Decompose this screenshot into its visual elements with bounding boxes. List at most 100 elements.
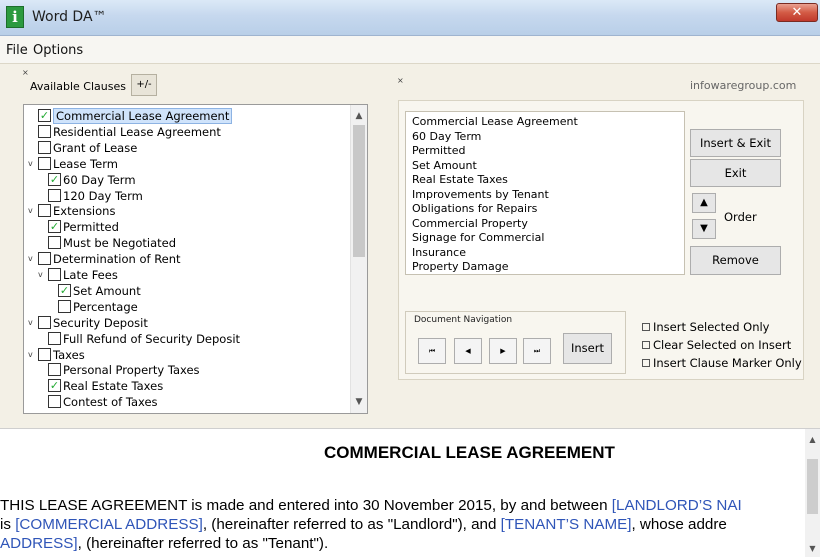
selected-clause-item[interactable]: Commercial Property (412, 217, 678, 232)
tree-checkbox[interactable] (38, 140, 51, 154)
tree-checkbox[interactable] (48, 331, 61, 345)
tree-item[interactable]: Personal Property Taxes (38, 362, 200, 378)
document-body: THIS LEASE AGREEMENT is made and entered… (0, 496, 805, 553)
tree-item-label: Late Fees (63, 268, 118, 282)
tree-item[interactable]: v Lease Term (28, 156, 118, 172)
move-down-button[interactable]: ▼ (692, 219, 716, 239)
site-link[interactable]: infowaregroup.com (690, 79, 796, 92)
expander-icon[interactable]: v (28, 156, 38, 172)
insert-selected-only-option[interactable]: Insert Selected Only (642, 320, 770, 334)
scroll-up-icon[interactable]: ▲ (351, 108, 367, 124)
insert-marker-only-option[interactable]: Insert Clause Marker Only (642, 356, 802, 370)
tree-item[interactable]: v Extensions (28, 203, 115, 219)
expander-icon[interactable]: v (28, 315, 38, 331)
tree-item[interactable]: Residential Lease Agreement (28, 124, 221, 140)
tree-checkbox[interactable] (38, 124, 51, 138)
tree-item-label: Must be Negotiated (63, 236, 177, 251)
remove-button[interactable]: Remove (690, 246, 781, 275)
tree-item[interactable]: Real Estate Taxes (38, 378, 163, 394)
option-label: Clear Selected on Insert (653, 338, 792, 352)
selected-clause-item[interactable]: Obligations for Repairs (412, 202, 678, 217)
clause-tree[interactable]: ▲ ▼ Commercial Lease AgreementResidentia… (23, 104, 368, 414)
tree-checkbox[interactable] (48, 395, 61, 409)
tree-checkbox[interactable] (48, 379, 61, 393)
tree-checkbox[interactable] (48, 220, 61, 234)
tree-checkbox[interactable] (58, 299, 71, 313)
tree-item[interactable]: v Late Fees (38, 267, 118, 283)
selected-clause-item[interactable]: 60 Day Term (412, 130, 678, 145)
close-button[interactable]: ✕ (776, 3, 818, 22)
selected-clause-item[interactable]: Real Estate Taxes (412, 173, 678, 188)
document-preview[interactable]: COMMERCIAL LEASE AGREEMENT THIS LEASE AG… (0, 428, 820, 557)
expander-icon[interactable]: v (28, 347, 38, 363)
tree-checkbox[interactable] (38, 156, 51, 170)
selected-clause-item[interactable]: Improvements by Tenant (412, 188, 678, 203)
selected-clause-item[interactable]: Property Damage (412, 260, 678, 275)
exit-button[interactable]: Exit (690, 159, 781, 187)
document-scrollbar[interactable]: ▲ ▼ (805, 429, 820, 557)
tree-checkbox[interactable] (58, 283, 71, 297)
tree-checkbox[interactable] (38, 252, 51, 266)
selected-clause-item[interactable]: Insurance (412, 246, 678, 261)
tree-checkbox[interactable] (48, 236, 61, 250)
tree-checkbox[interactable] (38, 315, 51, 329)
scroll-up-icon[interactable]: ▲ (805, 435, 820, 444)
tree-checkbox[interactable] (48, 172, 61, 186)
selected-clause-item[interactable]: Set Amount (412, 159, 678, 174)
menu-options[interactable]: Options (33, 43, 83, 58)
nav-prev-button[interactable]: ◀ (454, 338, 482, 364)
expander-icon[interactable]: v (28, 203, 38, 219)
scroll-down-icon[interactable]: ▼ (805, 544, 820, 553)
move-up-button[interactable]: ▲ (692, 193, 716, 213)
tree-item[interactable]: 120 Day Term (38, 188, 143, 204)
checkbox-icon[interactable] (642, 323, 650, 331)
selected-clause-item[interactable]: Signage for Commercial (412, 231, 678, 246)
tree-item[interactable]: Must be Negotiated (38, 235, 176, 251)
expand-collapse-button[interactable]: +/- (131, 74, 157, 96)
checkbox-icon[interactable] (642, 341, 650, 349)
pin-icon[interactable]: × (397, 76, 404, 85)
expander-icon[interactable]: v (28, 251, 38, 267)
scroll-thumb[interactable] (807, 459, 818, 514)
insert-button[interactable]: Insert (563, 333, 612, 364)
tree-item-label: 60 Day Term (63, 172, 136, 187)
tree-item[interactable]: Percentage (48, 299, 138, 315)
selected-clause-item[interactable]: Commercial Lease Agreement (412, 115, 678, 130)
insert-exit-button[interactable]: Insert & Exit (690, 129, 781, 157)
nav-first-button[interactable]: ⏮ (418, 338, 446, 364)
tree-item[interactable]: 60 Day Term (38, 172, 136, 188)
pin-icon[interactable]: × (22, 68, 29, 77)
tree-item[interactable]: Contest of Taxes (38, 394, 158, 410)
tree-item[interactable]: Commercial Lease Agreement (28, 108, 233, 124)
tree-item[interactable]: Permitted (38, 219, 119, 235)
tree-checkbox[interactable] (38, 109, 51, 122)
selected-clause-item[interactable]: Permitted (412, 144, 678, 159)
doc-text: , (hereinafter referred to as "Landlord"… (202, 516, 501, 533)
tree-item[interactable]: v Taxes (28, 347, 85, 363)
tree-scrollbar[interactable]: ▲ ▼ (350, 105, 367, 413)
tree-item[interactable]: v Security Deposit (28, 315, 148, 331)
tree-item-label: Commercial Lease Agreement (53, 108, 233, 124)
expander-icon[interactable]: v (38, 267, 48, 283)
checkbox-icon[interactable] (642, 359, 650, 367)
nav-last-button[interactable]: ⏭ (523, 338, 551, 364)
selected-clauses-list[interactable]: Commercial Lease Agreement 60 Day Term Per… (405, 111, 685, 275)
tree-checkbox[interactable] (38, 347, 51, 361)
document-title: COMMERCIAL LEASE AGREEMENT (324, 443, 615, 462)
tree-checkbox[interactable] (48, 188, 61, 202)
option-label: Insert Clause Marker Only (653, 356, 802, 370)
nav-next-button[interactable]: ▶ (489, 338, 517, 364)
scroll-down-icon[interactable]: ▼ (351, 394, 367, 410)
scroll-thumb[interactable] (353, 125, 365, 257)
menu-file[interactable]: File (6, 43, 28, 58)
tree-item[interactable]: Set Amount (48, 283, 141, 299)
available-clauses-label: Available Clauses (30, 80, 126, 93)
tree-item[interactable]: v Determination of Rent (28, 251, 181, 267)
tree-checkbox[interactable] (48, 363, 61, 377)
clear-selected-option[interactable]: Clear Selected on Insert (642, 338, 791, 352)
tree-checkbox[interactable] (48, 268, 61, 281)
tree-item[interactable]: Full Refund of Security Deposit (38, 331, 240, 347)
placeholder-landlord-name: [LANDLORD’S NAI (611, 497, 742, 514)
tree-checkbox[interactable] (38, 204, 51, 218)
tree-item[interactable]: Grant of Lease (28, 140, 137, 156)
